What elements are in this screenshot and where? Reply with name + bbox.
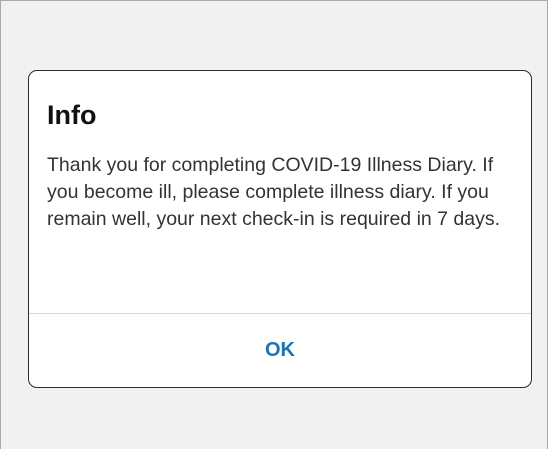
ok-button[interactable]: OK	[29, 314, 531, 387]
info-dialog: Info Thank you for completing COVID-19 I…	[28, 70, 532, 388]
dialog-title: Info	[47, 100, 97, 130]
dialog-message: Thank you for completing COVID-19 Illnes…	[47, 154, 501, 230]
